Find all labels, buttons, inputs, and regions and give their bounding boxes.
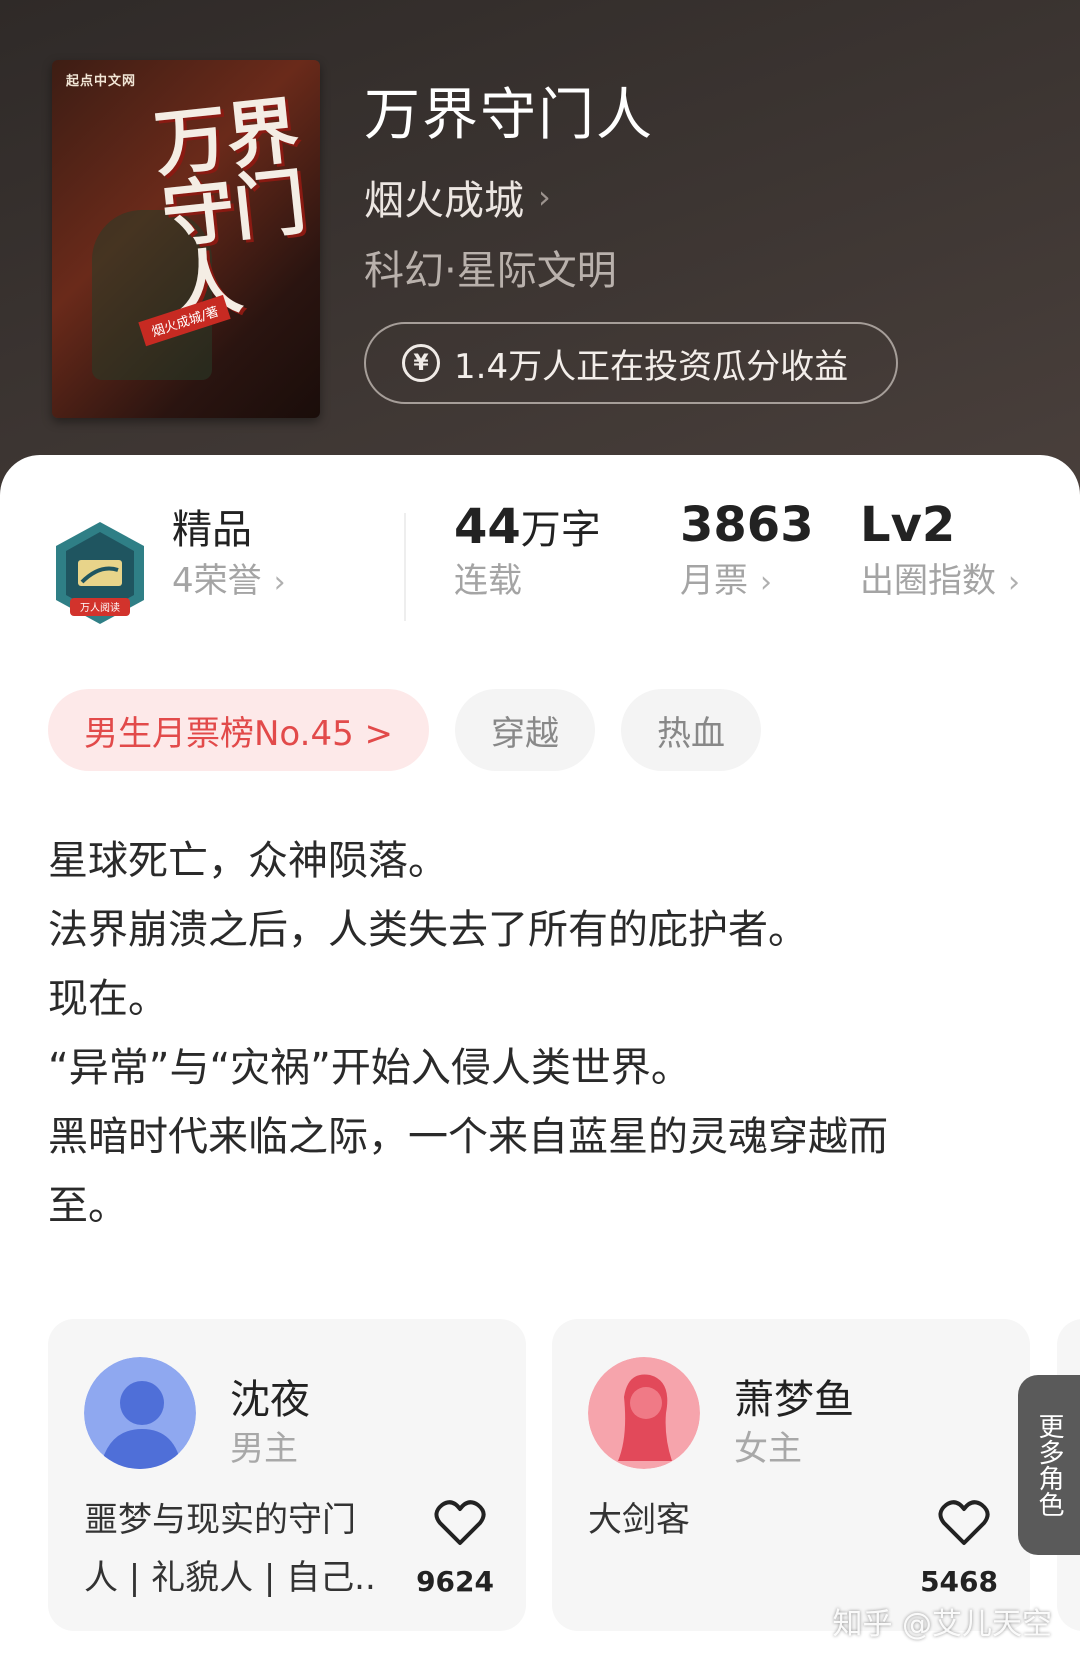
honors-label: 4荣誉: [172, 561, 262, 601]
character-avatar: [588, 1357, 700, 1469]
quality-badge-icon[interactable]: 万人阅读: [52, 520, 148, 630]
quality-label: 精品: [172, 507, 252, 553]
book-cover[interactable]: 起点中文网 万界守门人 烟火成城/著: [52, 60, 320, 418]
synopsis-line: 至。: [48, 1183, 128, 1229]
character-description-line: 人 | 礼貌人 | 自己...: [84, 1558, 374, 1598]
book-info-card: 万人阅读 精品 4荣誉 › 44万字 连载 3863 月票 › Lv2 出圈指数 › …: [0, 455, 1080, 1659]
character-card-female-lead[interactable]: 萧梦鱼 女主 大剑客 5468: [552, 1319, 1030, 1631]
character-card-male-lead[interactable]: 沈夜 男主 噩梦与现实的守门 人 | 礼貌人 | 自己... 9624: [48, 1319, 526, 1631]
chevron-right-icon: ›: [273, 565, 286, 600]
book-header: 起点中文网 万界守门人 烟火成城/著 万界守门人 烟火成城 › 科幻·星际文明 …: [0, 0, 1080, 520]
synopsis-line: 星球死亡，众神陨落。: [48, 838, 448, 884]
like-count: 5468: [920, 1565, 998, 1598]
more-characters-label: 更多角色: [1034, 1413, 1064, 1517]
character-description-line: 大剑客: [588, 1500, 690, 1540]
popularity-index-link[interactable]: 出圈指数 ›: [860, 553, 1020, 602]
word-count-number: 44: [454, 499, 521, 555]
yen-circle-icon: ¥: [402, 344, 440, 382]
synopsis-line: “异常”与“灾祸”开始入侵人类世界。: [48, 1045, 691, 1091]
character-name: 萧梦鱼: [734, 1377, 854, 1423]
author-name: 烟火成城: [364, 178, 524, 224]
character-role: 女主: [734, 1429, 802, 1469]
word-count-unit: 万字: [520, 507, 601, 553]
word-count: 44万字: [454, 497, 601, 555]
book-title: 万界守门人: [364, 83, 654, 148]
chevron-right-icon: ›: [760, 565, 772, 600]
character-description: 大剑客: [588, 1491, 878, 1549]
serial-status: 连载: [454, 561, 522, 601]
monthly-votes-label: 月票: [680, 561, 748, 601]
cover-brand-logo: 起点中文网: [66, 74, 137, 89]
more-characters-button[interactable]: 更多角色: [1018, 1375, 1080, 1555]
book-genre: 科幻·星际文明: [364, 248, 617, 294]
like-count: 9624: [416, 1565, 494, 1598]
character-role: 男主: [230, 1429, 298, 1469]
synopsis-line: 法界崩溃之后，人类失去了所有的庇护者。: [48, 907, 808, 953]
rank-tag[interactable]: 男生月票榜No.45 >: [48, 689, 430, 771]
character-description: 噩梦与现实的守门 人 | 礼貌人 | 自己...: [84, 1491, 374, 1607]
heart-icon[interactable]: [434, 1499, 486, 1547]
tag-row: 男生月票榜No.45 > 穿越 热血: [48, 689, 762, 771]
character-avatar: [84, 1357, 196, 1469]
chevron-right-icon: ›: [1008, 565, 1020, 600]
character-name: 沈夜: [230, 1377, 310, 1423]
heart-icon[interactable]: [938, 1499, 990, 1547]
popularity-index-label: 出圈指数: [860, 561, 996, 601]
invest-button[interactable]: ¥ 1.4万人正在投资瓜分收益: [364, 322, 898, 404]
genre-tag-time-travel[interactable]: 穿越: [455, 689, 596, 771]
cover-title-art: 万界守门人: [150, 86, 311, 330]
book-synopsis[interactable]: 星球死亡，众神陨落。 法界崩溃之后，人类失去了所有的庇护者。 现在。 “异常”与…: [48, 827, 1008, 1241]
chevron-right-icon: ›: [538, 178, 551, 216]
monthly-votes-count: 3863: [680, 497, 814, 553]
stats-divider: [404, 513, 406, 621]
genre-tag-passion[interactable]: 热血: [621, 689, 762, 771]
badge-label: 万人阅读: [80, 601, 120, 614]
level-value: Lv2: [860, 497, 956, 553]
invest-label: 1.4万人正在投资瓜分收益: [454, 346, 849, 387]
character-description-line: 噩梦与现实的守门: [84, 1500, 356, 1540]
zhihu-watermark: 知乎 @艾儿天空: [832, 1607, 1052, 1642]
honors-link[interactable]: 4荣誉 ›: [172, 553, 286, 602]
synopsis-line: 现在。: [48, 976, 168, 1022]
author-link[interactable]: 烟火成城 ›: [364, 168, 551, 226]
synopsis-line: 黑暗时代来临之际，一个来自蓝星的灵魂穿越而: [48, 1114, 888, 1160]
monthly-votes-link[interactable]: 月票 ›: [680, 553, 772, 602]
